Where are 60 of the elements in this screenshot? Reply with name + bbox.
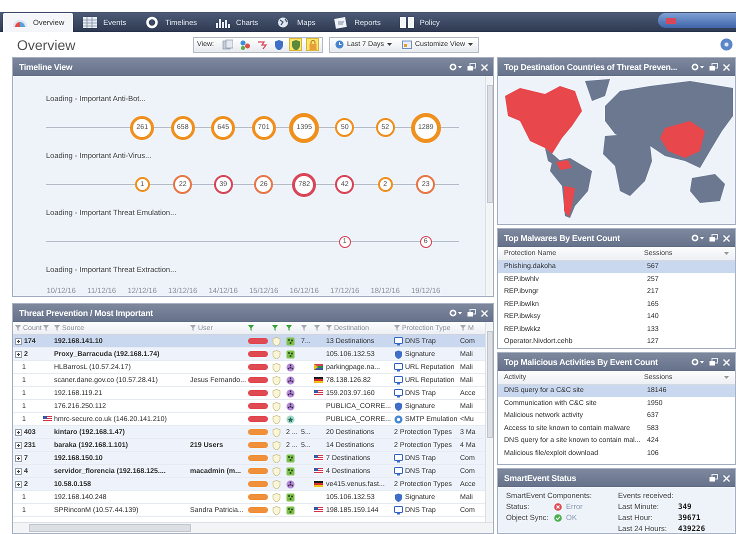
shield-icon (290, 39, 301, 50)
view-filter-button[interactable] (289, 38, 302, 51)
panel-title: Top Malicious Activities By Event Count (504, 357, 659, 367)
caret-icon (468, 43, 474, 46)
view-filter-button[interactable] (306, 38, 319, 51)
expand-icon[interactable] (15, 350, 22, 358)
settings-icon[interactable] (691, 63, 704, 71)
view-filter-button[interactable] (221, 38, 234, 51)
view-filter-button[interactable] (272, 38, 285, 51)
panel-title: Threat Prevention / Most Important (19, 308, 154, 318)
restore-icon[interactable] (709, 474, 718, 482)
calendar-icon (402, 40, 412, 49)
sort-icon[interactable] (724, 376, 729, 379)
ring-icon (144, 16, 160, 29)
pages-icon (222, 39, 233, 50)
restore-icon[interactable] (467, 309, 476, 317)
expand-icon[interactable] (15, 428, 22, 436)
restore-icon[interactable] (709, 63, 718, 71)
scrollbar[interactable] (485, 76, 493, 296)
filter-icon[interactable] (286, 325, 292, 331)
clock-icon (335, 40, 344, 49)
horizontal-scrollbar[interactable] (13, 522, 493, 533)
expand-icon[interactable] (15, 480, 22, 488)
close-icon[interactable] (481, 310, 488, 316)
table-icon (82, 16, 98, 29)
caret-icon (386, 43, 392, 46)
close-icon[interactable] (723, 64, 730, 70)
close-icon[interactable] (723, 474, 730, 482)
expand-icon[interactable] (15, 454, 22, 462)
user-menu-button[interactable] (658, 13, 736, 28)
restore-icon[interactable] (709, 234, 718, 242)
expand-icon[interactable] (15, 442, 22, 448)
expand-icon[interactable] (15, 468, 22, 474)
close-icon[interactable] (723, 234, 730, 242)
panel-title: Timeline View (19, 62, 74, 72)
view-filter-button[interactable] (238, 38, 251, 51)
flow-icon (256, 39, 267, 50)
sort-icon[interactable] (724, 252, 729, 255)
filter-icon[interactable] (248, 325, 254, 331)
filter-icon[interactable] (272, 325, 278, 331)
users-icon (239, 39, 250, 50)
expand-icon[interactable] (15, 338, 22, 344)
page-title: Overview (17, 36, 76, 52)
settings-icon[interactable] (691, 234, 704, 242)
restore-icon[interactable] (709, 358, 718, 366)
settings-icon[interactable] (449, 309, 462, 317)
scrollbar[interactable] (485, 322, 493, 522)
help-icon[interactable] (720, 38, 733, 51)
panel-title: Top Destination Countries of Threat Preven... (504, 62, 678, 72)
shield-icon (273, 39, 284, 50)
close-icon[interactable] (481, 64, 488, 70)
bar-chart-icon (215, 16, 232, 29)
restore-icon[interactable] (467, 63, 476, 71)
settings-icon[interactable] (691, 358, 704, 366)
panel-title: SmartEvent Status (504, 473, 578, 483)
document-icon (333, 16, 350, 29)
close-icon[interactable] (723, 358, 730, 366)
panel-title: Top Malwares By Event Count (504, 233, 621, 243)
lock-icon (307, 39, 318, 50)
settings-icon[interactable] (449, 63, 462, 71)
